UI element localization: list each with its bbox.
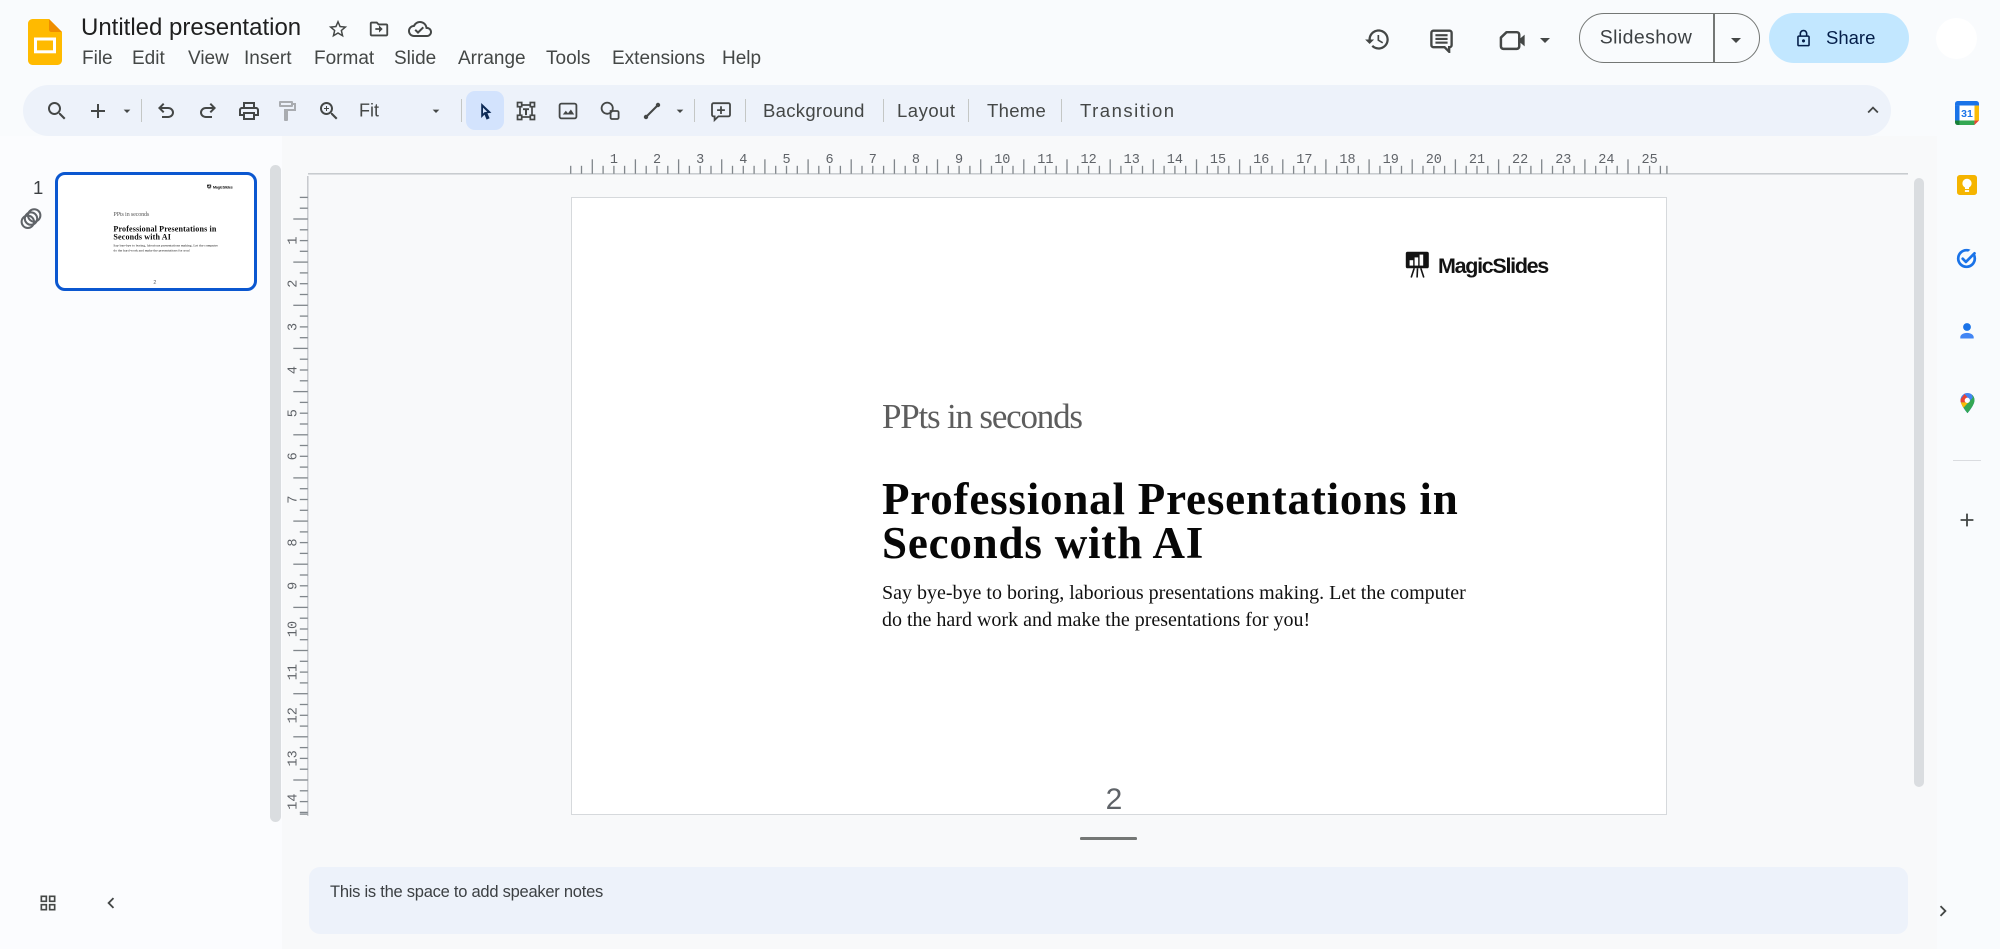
svg-text:4: 4 (739, 153, 747, 168)
svg-text:22: 22 (1512, 153, 1528, 168)
svg-text:12: 12 (1080, 153, 1096, 168)
svg-text:16: 16 (1253, 153, 1269, 168)
svg-text:2: 2 (653, 153, 661, 168)
svg-text:19: 19 (1383, 153, 1399, 168)
svg-text:7: 7 (869, 153, 877, 168)
svg-text:25: 25 (1641, 153, 1657, 168)
svg-text:1: 1 (610, 153, 618, 168)
svg-text:6: 6 (287, 452, 302, 460)
svg-text:13: 13 (287, 750, 302, 766)
svg-text:6: 6 (826, 153, 834, 168)
svg-text:24: 24 (1598, 153, 1614, 168)
svg-text:11: 11 (1037, 153, 1053, 168)
svg-text:4: 4 (287, 366, 302, 374)
svg-text:1: 1 (287, 237, 302, 245)
svg-text:14: 14 (1167, 153, 1183, 168)
svg-text:9: 9 (955, 153, 963, 168)
svg-text:8: 8 (912, 153, 920, 168)
svg-text:23: 23 (1555, 153, 1571, 168)
svg-text:9: 9 (287, 582, 302, 590)
svg-text:7: 7 (287, 495, 302, 503)
svg-text:10: 10 (287, 621, 302, 637)
svg-text:5: 5 (782, 153, 790, 168)
svg-text:14: 14 (287, 793, 302, 809)
svg-text:10: 10 (994, 153, 1010, 168)
svg-text:21: 21 (1469, 153, 1485, 168)
svg-text:18: 18 (1339, 153, 1355, 168)
svg-text:11: 11 (287, 664, 302, 680)
svg-text:20: 20 (1426, 153, 1442, 168)
svg-text:17: 17 (1296, 153, 1312, 168)
svg-text:5: 5 (287, 409, 302, 417)
svg-text:31: 31 (1961, 108, 1973, 120)
svg-text:8: 8 (287, 539, 302, 547)
svg-text:2: 2 (287, 280, 302, 288)
svg-text:15: 15 (1210, 153, 1226, 168)
svg-text:12: 12 (287, 707, 302, 723)
svg-text:3: 3 (696, 153, 704, 168)
svg-text:13: 13 (1124, 153, 1140, 168)
svg-text:3: 3 (287, 323, 302, 331)
